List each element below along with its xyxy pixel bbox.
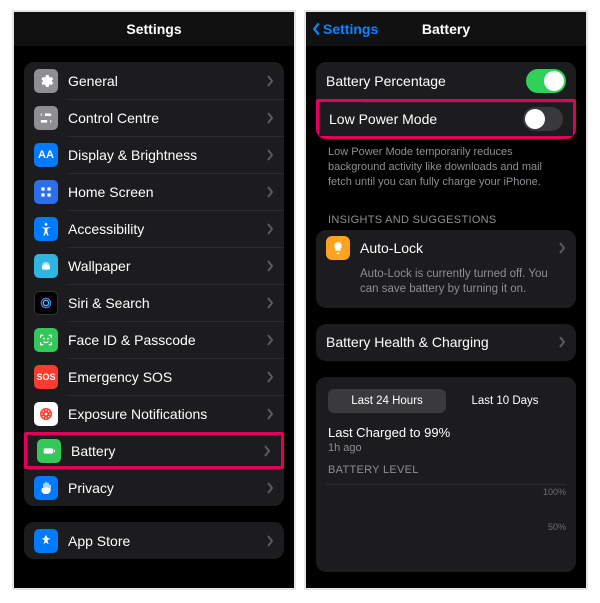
appstore-icon bbox=[34, 529, 58, 553]
battery-level-chart: 100% 50% bbox=[326, 484, 566, 562]
row-label: Siri & Search bbox=[68, 295, 266, 311]
row-label: Privacy bbox=[68, 480, 266, 496]
chevron-right-icon bbox=[266, 408, 274, 420]
auto-lock-description: Auto-Lock is currently turned off. You c… bbox=[316, 267, 576, 308]
row-battery[interactable]: Battery bbox=[24, 432, 284, 469]
row-label: App Store bbox=[68, 533, 266, 549]
nav-bar: Settings bbox=[14, 12, 294, 46]
row-control-center[interactable]: Control Centre bbox=[24, 99, 284, 136]
sos-icon: SOS bbox=[34, 365, 58, 389]
row-label: Wallpaper bbox=[68, 258, 266, 274]
insights-group: Auto-Lock Auto-Lock is currently turned … bbox=[316, 230, 576, 308]
row-label: Emergency SOS bbox=[68, 369, 266, 385]
row-auto-lock[interactable]: Auto-Lock bbox=[316, 230, 576, 267]
back-button[interactable]: Settings bbox=[312, 21, 378, 37]
store-group: App Store bbox=[24, 522, 284, 559]
row-wallpaper[interactable]: Wallpaper bbox=[24, 247, 284, 284]
row-general[interactable]: General bbox=[24, 62, 284, 99]
battery-percentage-toggle[interactable] bbox=[526, 69, 566, 93]
usage-group: Last 24 Hours Last 10 Days Last Charged … bbox=[316, 377, 576, 572]
chevron-right-icon bbox=[266, 334, 274, 346]
nav-bar: Settings Battery bbox=[306, 12, 586, 46]
chevron-right-icon bbox=[266, 535, 274, 547]
chevron-right-icon bbox=[266, 112, 274, 124]
chevron-right-icon bbox=[266, 260, 274, 272]
battery-level-header: BATTERY LEVEL bbox=[326, 454, 566, 478]
row-app-store[interactable]: App Store bbox=[24, 522, 284, 559]
tick-100: 100% bbox=[543, 487, 566, 497]
text-size-icon: AA bbox=[34, 143, 58, 167]
page-title: Settings bbox=[126, 21, 181, 37]
row-faceid[interactable]: Face ID & Passcode bbox=[24, 321, 284, 358]
settings-group: General Control Centre AA Display & Brig… bbox=[24, 62, 284, 506]
bulb-icon bbox=[326, 236, 350, 260]
row-home-screen[interactable]: Home Screen bbox=[24, 173, 284, 210]
row-label: Display & Brightness bbox=[68, 147, 266, 163]
faceid-icon bbox=[34, 328, 58, 352]
back-label: Settings bbox=[323, 21, 378, 37]
row-label: Accessibility bbox=[68, 221, 266, 237]
hand-icon bbox=[34, 476, 58, 500]
time-range-segment[interactable]: Last 24 Hours Last 10 Days bbox=[326, 387, 566, 415]
row-siri[interactable]: Siri & Search bbox=[24, 284, 284, 321]
chevron-right-icon bbox=[558, 242, 566, 254]
battery-panel: Settings Battery Battery Percentage Low … bbox=[304, 10, 588, 590]
row-label: Battery Percentage bbox=[326, 73, 526, 89]
chevron-right-icon bbox=[266, 482, 274, 494]
row-low-power-mode[interactable]: Low Power Mode bbox=[316, 99, 576, 139]
page-title: Battery bbox=[422, 21, 470, 37]
toggles-group: Battery Percentage Low Power Mode bbox=[316, 62, 576, 139]
insights-header: INSIGHTS AND SUGGESTIONS bbox=[316, 202, 576, 230]
last-charged-sub: 1h ago bbox=[328, 442, 564, 454]
switches-icon bbox=[34, 106, 58, 130]
settings-panel: Settings General Control Centre AA Displ… bbox=[12, 10, 296, 590]
row-sos[interactable]: SOS Emergency SOS bbox=[24, 358, 284, 395]
row-label: Battery bbox=[71, 443, 263, 459]
chevron-right-icon bbox=[266, 186, 274, 198]
chevron-right-icon bbox=[558, 336, 566, 348]
row-privacy[interactable]: Privacy bbox=[24, 469, 284, 506]
row-label: Battery Health & Charging bbox=[326, 334, 558, 350]
exposure-icon bbox=[34, 402, 58, 426]
row-accessibility[interactable]: Accessibility bbox=[24, 210, 284, 247]
row-label: Low Power Mode bbox=[329, 111, 523, 127]
gear-icon bbox=[34, 69, 58, 93]
low-power-mode-toggle[interactable] bbox=[523, 107, 563, 131]
row-exposure[interactable]: Exposure Notifications bbox=[24, 395, 284, 432]
chevron-right-icon bbox=[266, 149, 274, 161]
battery-icon bbox=[37, 439, 61, 463]
health-group: Battery Health & Charging bbox=[316, 324, 576, 361]
row-battery-percentage[interactable]: Battery Percentage bbox=[316, 62, 576, 99]
row-label: Control Centre bbox=[68, 110, 266, 126]
chevron-right-icon bbox=[266, 75, 274, 87]
row-display[interactable]: AA Display & Brightness bbox=[24, 136, 284, 173]
row-label: Home Screen bbox=[68, 184, 266, 200]
wallpaper-icon bbox=[34, 254, 58, 278]
row-battery-health[interactable]: Battery Health & Charging bbox=[316, 324, 576, 361]
siri-icon bbox=[34, 291, 58, 315]
seg-10d[interactable]: Last 10 Days bbox=[446, 389, 564, 413]
chevron-right-icon bbox=[266, 223, 274, 235]
tick-50: 50% bbox=[548, 522, 566, 532]
row-label: Auto-Lock bbox=[360, 240, 558, 256]
chevron-right-icon bbox=[263, 445, 271, 457]
low-power-mode-description: Low Power Mode temporarily reduces backg… bbox=[316, 139, 576, 202]
row-label: Face ID & Passcode bbox=[68, 332, 266, 348]
home-grid-icon bbox=[34, 180, 58, 204]
row-label: Exposure Notifications bbox=[68, 406, 266, 422]
chevron-right-icon bbox=[266, 297, 274, 309]
row-label: General bbox=[68, 73, 266, 89]
accessibility-icon bbox=[34, 217, 58, 241]
seg-24h[interactable]: Last 24 Hours bbox=[328, 389, 446, 413]
last-charged-label: Last Charged to 99% bbox=[328, 425, 564, 440]
chevron-right-icon bbox=[266, 371, 274, 383]
